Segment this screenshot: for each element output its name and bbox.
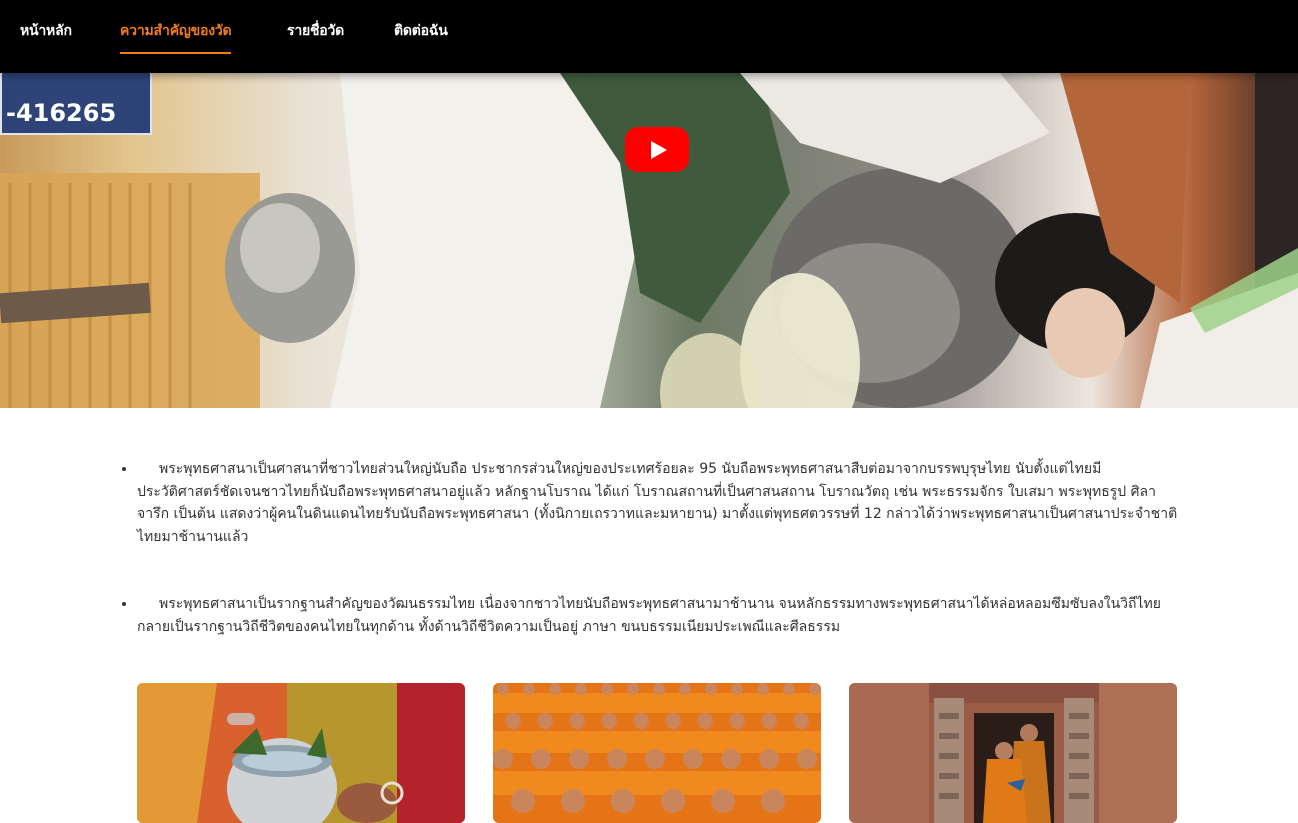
youtube-play-icon (651, 140, 667, 159)
hero-sign-text: -416265 (6, 99, 117, 127)
monks-gathering-photo (493, 683, 821, 823)
content-list: พระพุทธศาสนาเป็นศาสนาที่ชาวไทยส่วนใหญ่นั… (137, 458, 1178, 638)
top-navbar: หน้าหลัก ความสำคัญของวัด รายชื่อวัด ติดต… (0, 0, 1298, 73)
nav-item-home[interactable]: หน้าหลัก (20, 20, 72, 52)
monk-at-temple-door-photo (849, 683, 1177, 823)
hero-video[interactable]: -416265 (0, 73, 1298, 408)
hero-sign: -416265 (0, 73, 152, 135)
list-item: พระพุทธศาสนาเป็นศาสนาที่ชาวไทยส่วนใหญ่นั… (137, 458, 1178, 548)
video-thumbnail-image (0, 73, 1298, 408)
youtube-play-button[interactable] (625, 127, 689, 172)
list-item: พระพุทธศาสนาเป็นรากฐานสำคัญของวัฒนธรรมไท… (137, 593, 1178, 638)
nav-item-contact[interactable]: ติดต่อฉัน (394, 20, 448, 52)
water-pouring-ceremony-photo (137, 683, 465, 823)
nav-item-temple-list[interactable]: รายชื่อวัด (287, 20, 344, 52)
nav-item-temple-importance[interactable]: ความสำคัญของวัด (120, 20, 232, 54)
